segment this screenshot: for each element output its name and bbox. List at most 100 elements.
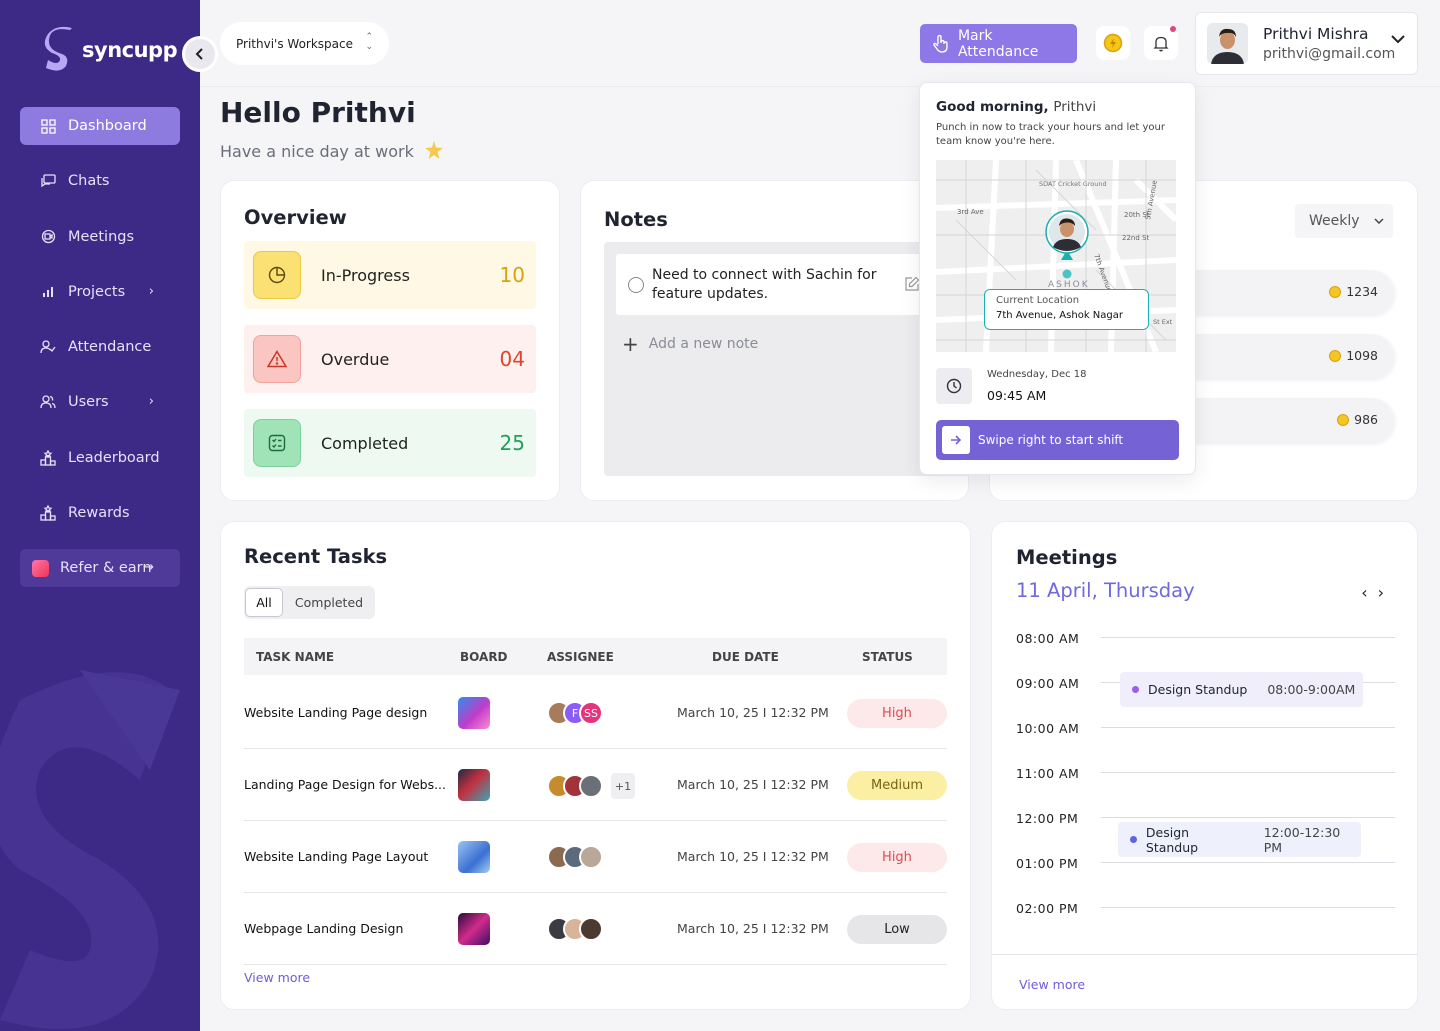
- meeting-event[interactable]: Design Standup 08:00-9:00AM: [1120, 672, 1363, 707]
- slider-handle[interactable]: [942, 426, 970, 454]
- time-slot-line: [1101, 817, 1395, 818]
- meetings-divider: [992, 954, 1417, 955]
- notes-list: Need to connect with Sachin for feature …: [604, 242, 968, 476]
- tasks-view-more-link[interactable]: View more: [244, 970, 310, 985]
- app-name: syncupp: [82, 38, 178, 62]
- plus-icon: +: [622, 332, 639, 356]
- arrow-right-icon: [951, 435, 962, 445]
- user-name: Prithvi Mishra: [1263, 25, 1369, 43]
- user-check-icon: [39, 338, 57, 356]
- board-thumbnail: [458, 841, 490, 873]
- greeting-name: Prithvi: [1053, 99, 1097, 115]
- time-slot-line: [1101, 862, 1395, 863]
- overview-value: 25: [499, 431, 525, 455]
- sidebar-item-attendance[interactable]: Attendance: [20, 328, 180, 366]
- coin-icon: [1103, 33, 1123, 53]
- table-row[interactable]: Webpage Landing Design March 10, 25 I 12…: [244, 893, 947, 965]
- meetings-view-more-link[interactable]: View more: [1019, 977, 1085, 992]
- status-badge: High: [847, 699, 947, 728]
- overview-title: Overview: [244, 206, 347, 229]
- overview-overdue[interactable]: Overdue 04: [244, 325, 536, 393]
- map-label: St Ext: [1153, 318, 1173, 326]
- sidebar-item-label: Chats: [68, 173, 110, 190]
- page-subtitle: Have a nice day at work: [220, 140, 444, 161]
- time-slot-label: 12:00 PM: [1016, 811, 1079, 826]
- gift-icon: [32, 559, 49, 577]
- workspace-name: Prithvi's Workspace: [236, 36, 353, 51]
- mark-attendance-button[interactable]: Mark Attendance: [920, 24, 1077, 63]
- notification-dot: [1170, 26, 1176, 32]
- punch-time: 09:45 AM: [987, 388, 1047, 403]
- sidebar-item-meetings[interactable]: Meetings: [20, 218, 180, 256]
- assignee-group: F SS: [547, 701, 603, 725]
- user-email: prithvi@gmail.com: [1263, 46, 1396, 62]
- coins-button[interactable]: [1096, 26, 1130, 60]
- podium-icon: [39, 449, 57, 467]
- video-icon: [39, 228, 57, 246]
- sidebar-item-dashboard[interactable]: Dashboard: [20, 107, 180, 145]
- sidebar-item-users[interactable]: Users ›: [20, 383, 180, 421]
- leaderboard-points: 986: [1354, 412, 1378, 427]
- tab-all[interactable]: All: [245, 588, 283, 617]
- period-value: Weekly: [1309, 213, 1360, 229]
- attendance-popup: Good morning, Prithvi Punch in now to tr…: [919, 82, 1196, 475]
- sidebar-item-label: Refer & earn: [60, 560, 152, 577]
- assignee-avatar: SS: [579, 701, 603, 725]
- more-assignees-badge: +1: [611, 773, 635, 799]
- overview-in-progress[interactable]: In-Progress 10: [244, 241, 536, 309]
- page-title: Hello Prithvi: [220, 96, 416, 129]
- chevron-left-icon[interactable]: ‹: [1361, 583, 1377, 602]
- meetings-date: 11 April, Thursday: [1016, 579, 1195, 602]
- column-header: ASSIGNEE: [547, 650, 614, 664]
- app-logo[interactable]: syncupp: [44, 26, 178, 74]
- current-location-value: 7th Avenue, Ashok Nagar: [996, 310, 1123, 321]
- table-row[interactable]: Landing Page Design for Webs... +1 March…: [244, 749, 947, 821]
- table-row[interactable]: Website Landing Page Layout March 10, 25…: [244, 821, 947, 893]
- sparkle-star-icon: [424, 141, 443, 159]
- assignee-avatar: [579, 845, 603, 869]
- chevron-right-icon[interactable]: ›: [1378, 583, 1394, 602]
- sidebar-item-rewards[interactable]: Rewards: [20, 494, 180, 532]
- event-title: Design Standup: [1145, 824, 1199, 855]
- meeting-event[interactable]: Design Standup 12:00-12:30 PM: [1118, 822, 1361, 857]
- overview-label: Completed: [321, 433, 409, 453]
- notifications-button[interactable]: [1144, 26, 1178, 60]
- location-map[interactable]: SDAT Cricket Ground 3rd Ave 20th St 22nd…: [936, 160, 1176, 352]
- user-profile-menu[interactable]: Prithvi Mishra prithvi@gmail.com: [1195, 12, 1418, 75]
- event-time: 12:00-12:30 PM: [1263, 824, 1341, 855]
- sidebar-item-label: Dashboard: [68, 118, 147, 134]
- users-icon: [39, 393, 57, 411]
- overview-value: 10: [499, 263, 525, 287]
- workspace-switcher[interactable]: Prithvi's Workspace ⌃ ⌄: [220, 22, 389, 65]
- sidebar-item-projects[interactable]: Projects ›: [20, 273, 180, 311]
- bar-chart-icon: [39, 283, 57, 301]
- swipe-start-shift-slider[interactable]: Swipe right to start shift: [936, 420, 1179, 460]
- note-item[interactable]: Need to connect with Sachin for feature …: [616, 254, 968, 315]
- assignee-group: [547, 917, 603, 941]
- sidebar-item-label: Attendance: [68, 339, 152, 356]
- sidebar-item-refer-earn[interactable]: Refer & earn →: [20, 549, 180, 588]
- sidebar-item-chats[interactable]: Chats: [20, 162, 180, 200]
- sidebar-item-leaderboard[interactable]: Leaderboard: [20, 439, 180, 477]
- time-slot-label: 02:00 PM: [1016, 901, 1079, 916]
- hand-pointer-icon: [933, 34, 948, 53]
- meetings-card: Meetings 11 April, Thursday ‹› 08:00 AM …: [991, 521, 1418, 1010]
- chevron-updown-icon: ⌃ ⌄: [365, 32, 373, 52]
- map-label: 3rd Ave: [957, 208, 984, 216]
- overview-completed[interactable]: Completed 25: [244, 409, 536, 477]
- task-name: Landing Page Design for Webs...: [244, 777, 446, 792]
- time-slot-label: 01:00 PM: [1016, 856, 1079, 871]
- popup-greeting: Good morning, Prithvi: [936, 99, 1096, 115]
- note-checkbox[interactable]: [628, 276, 644, 293]
- time-slot-label: 08:00 AM: [1016, 631, 1080, 646]
- greeting-text: Good morning,: [936, 99, 1049, 115]
- collapse-sidebar-button[interactable]: [182, 36, 218, 72]
- tab-completed[interactable]: Completed: [289, 588, 369, 617]
- period-select[interactable]: Weekly: [1295, 204, 1393, 238]
- chevron-down-icon: [1374, 218, 1384, 224]
- due-date: March 10, 25 I 12:32 PM: [677, 777, 829, 792]
- edit-icon[interactable]: [904, 276, 920, 292]
- table-row[interactable]: Website Landing Page design F SS March 1…: [244, 677, 947, 749]
- add-note-button[interactable]: + Add a new note: [622, 332, 758, 356]
- assignee-avatar: [579, 774, 603, 798]
